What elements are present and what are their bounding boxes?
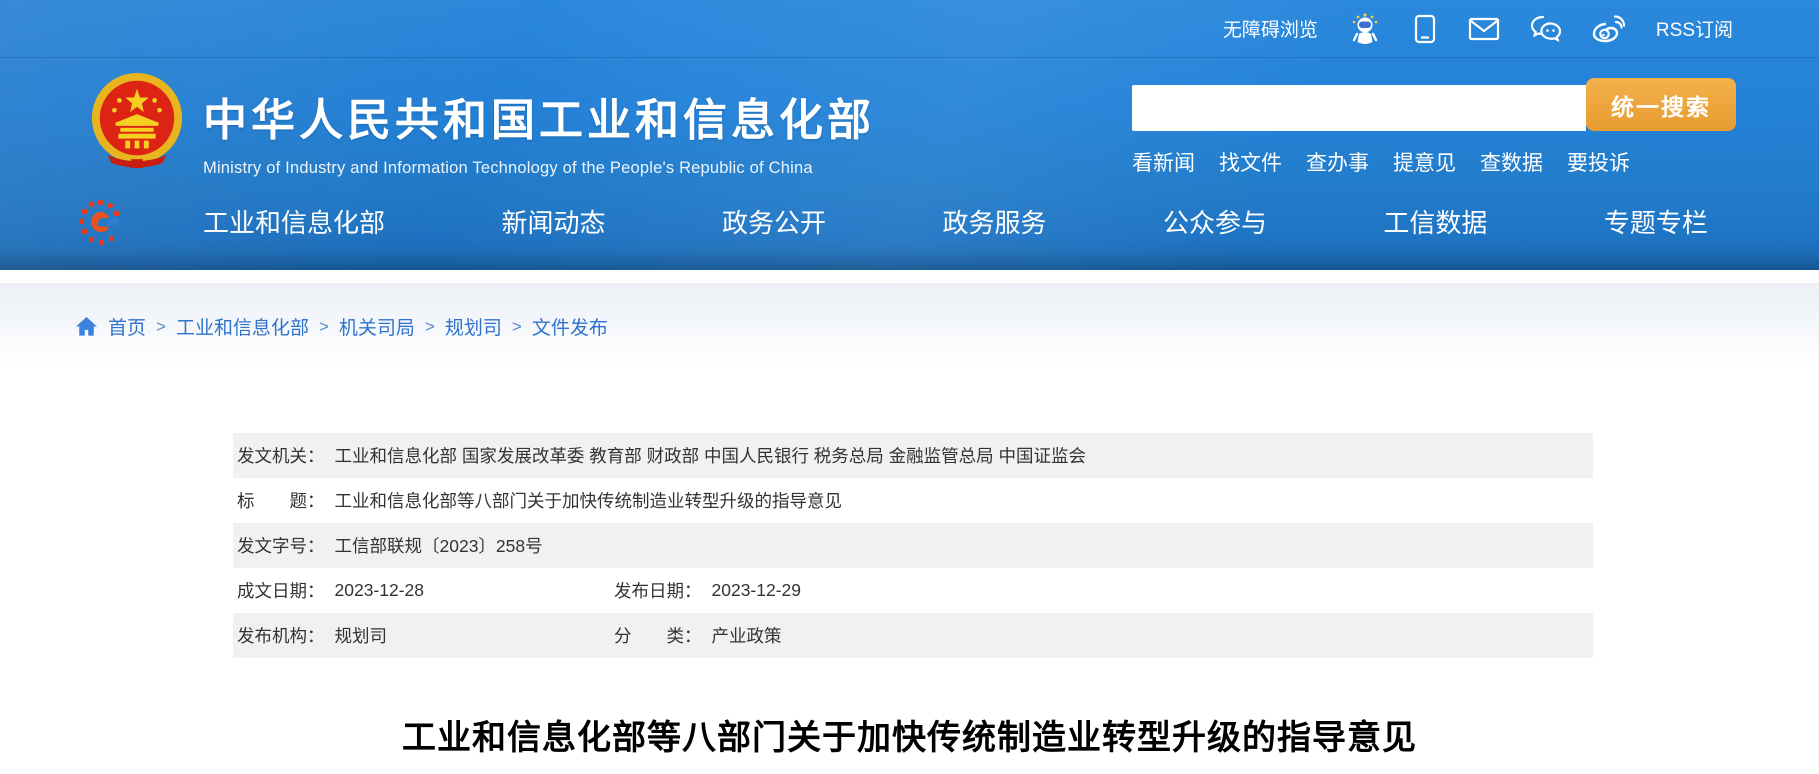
meta-label: 发布日期：: [614, 578, 702, 603]
wechat-icon[interactable]: [1530, 15, 1562, 43]
nav-item-gov-disclosure[interactable]: 政务公开: [722, 203, 826, 240]
meta-value: 规划司: [335, 623, 388, 648]
meta-row-publisher-category: 发布机构： 规划司 分 类： 产业政策: [233, 613, 1593, 658]
rss-link[interactable]: RSS订阅: [1656, 15, 1733, 42]
search-area: 统一搜索 看新闻 找文件 查办事 提意见 查数据 要投诉: [1132, 78, 1736, 177]
nav-item-news[interactable]: 新闻动态: [501, 203, 605, 240]
quick-links: 看新闻 找文件 查办事 提意见 查数据 要投诉: [1132, 147, 1736, 177]
meta-label: 发布机构：: [237, 623, 325, 648]
meta-label: 标 题：: [237, 488, 325, 513]
breadcrumb-item-planning-dept[interactable]: 规划司: [445, 313, 502, 340]
breadcrumb-separator: >: [156, 317, 166, 337]
breadcrumb-band: 首页 > 工业和信息化部 > 机关司局 > 规划司 > 文件发布: [0, 283, 1819, 365]
meta-value: 2023-12-28: [335, 580, 425, 601]
meta-row-document-number: 发文字号： 工信部联规〔2023〕258号: [233, 523, 1593, 568]
site-subtitle: Ministry of Industry and Information Tec…: [203, 159, 875, 178]
mail-icon[interactable]: [1468, 16, 1500, 42]
breadcrumb: 首页 > 工业和信息化部 > 机关司局 > 规划司 > 文件发布: [75, 313, 608, 340]
nav-item-ministry[interactable]: 工业和信息化部: [203, 203, 385, 240]
quick-link-services[interactable]: 查办事: [1306, 147, 1369, 177]
meta-row-dates: 成文日期： 2023-12-28 发布日期： 2023-12-29: [233, 568, 1593, 613]
mobile-icon[interactable]: [1412, 14, 1438, 44]
document-title: 工业和信息化部等八部门关于加快传统制造业转型升级的指导意见: [0, 710, 1819, 759]
meta-value: 产业政策: [712, 623, 782, 648]
meta-label: 分 类：: [614, 623, 702, 648]
weibo-icon[interactable]: [1592, 15, 1626, 43]
breadcrumb-item-document-release[interactable]: 文件发布: [532, 313, 608, 340]
main-nav: 工业和信息化部 新闻动态 政务公开 政务服务 公众参与 工信数据 专题专栏: [203, 203, 1708, 240]
meta-row-title: 标 题： 工业和信息化部等八部门关于加快传统制造业转型升级的指导意见: [233, 478, 1593, 523]
nav-item-miit-data[interactable]: 工信数据: [1383, 203, 1487, 240]
meta-row-issuing-organs: 发文机关： 工业和信息化部 国家发展改革委 教育部 财政部 中国人民银行 税务总…: [233, 433, 1593, 478]
meta-label: 发文机关：: [237, 443, 325, 468]
quick-link-news[interactable]: 看新闻: [1132, 147, 1195, 177]
quick-link-suggestions[interactable]: 提意见: [1393, 147, 1456, 177]
meta-value: 2023-12-29: [712, 580, 802, 601]
quick-link-documents[interactable]: 找文件: [1219, 147, 1282, 177]
e-government-icon: [76, 198, 124, 246]
meta-value: 工信部联规〔2023〕258号: [335, 533, 543, 558]
national-emblem-logo: [88, 70, 186, 170]
quick-link-data[interactable]: 查数据: [1480, 147, 1543, 177]
nav-item-special-topics[interactable]: 专题专栏: [1604, 203, 1708, 240]
breadcrumb-separator: >: [425, 317, 435, 337]
breadcrumb-separator: >: [319, 317, 329, 337]
page: 无障碍浏览: [0, 0, 1819, 774]
site-title[interactable]: 中华人民共和国工业和信息化部: [203, 84, 875, 148]
meta-value: 工业和信息化部 国家发展改革委 教育部 财政部 中国人民银行 税务总局 金融监管…: [335, 443, 1087, 468]
quick-link-complaints[interactable]: 要投诉: [1567, 147, 1630, 177]
accessibility-link[interactable]: 无障碍浏览: [1223, 15, 1318, 42]
unified-search-button[interactable]: 统一搜索: [1586, 78, 1736, 131]
breadcrumb-separator: >: [512, 317, 522, 337]
robot-assistant-icon[interactable]: [1348, 12, 1382, 46]
home-icon[interactable]: [75, 316, 98, 337]
search-input[interactable]: [1132, 85, 1586, 131]
breadcrumb-item-departments[interactable]: 机关司局: [339, 313, 415, 340]
topbar: 无障碍浏览: [0, 0, 1819, 58]
meta-label: 成文日期：: [237, 578, 325, 603]
breadcrumb-item-ministry[interactable]: 工业和信息化部: [176, 313, 309, 340]
meta-label: 发文字号：: [237, 533, 325, 558]
document-meta-table: 发文机关： 工业和信息化部 国家发展改革委 教育部 财政部 中国人民银行 税务总…: [233, 433, 1593, 658]
brand: 中华人民共和国工业和信息化部 Ministry of Industry and …: [203, 84, 875, 178]
nav-item-public-participation[interactable]: 公众参与: [1163, 203, 1267, 240]
breadcrumb-home[interactable]: 首页: [108, 313, 146, 340]
meta-value: 工业和信息化部等八部门关于加快传统制造业转型升级的指导意见: [335, 488, 843, 513]
nav-item-gov-services[interactable]: 政务服务: [942, 203, 1046, 240]
site-header: 无障碍浏览: [0, 0, 1819, 270]
